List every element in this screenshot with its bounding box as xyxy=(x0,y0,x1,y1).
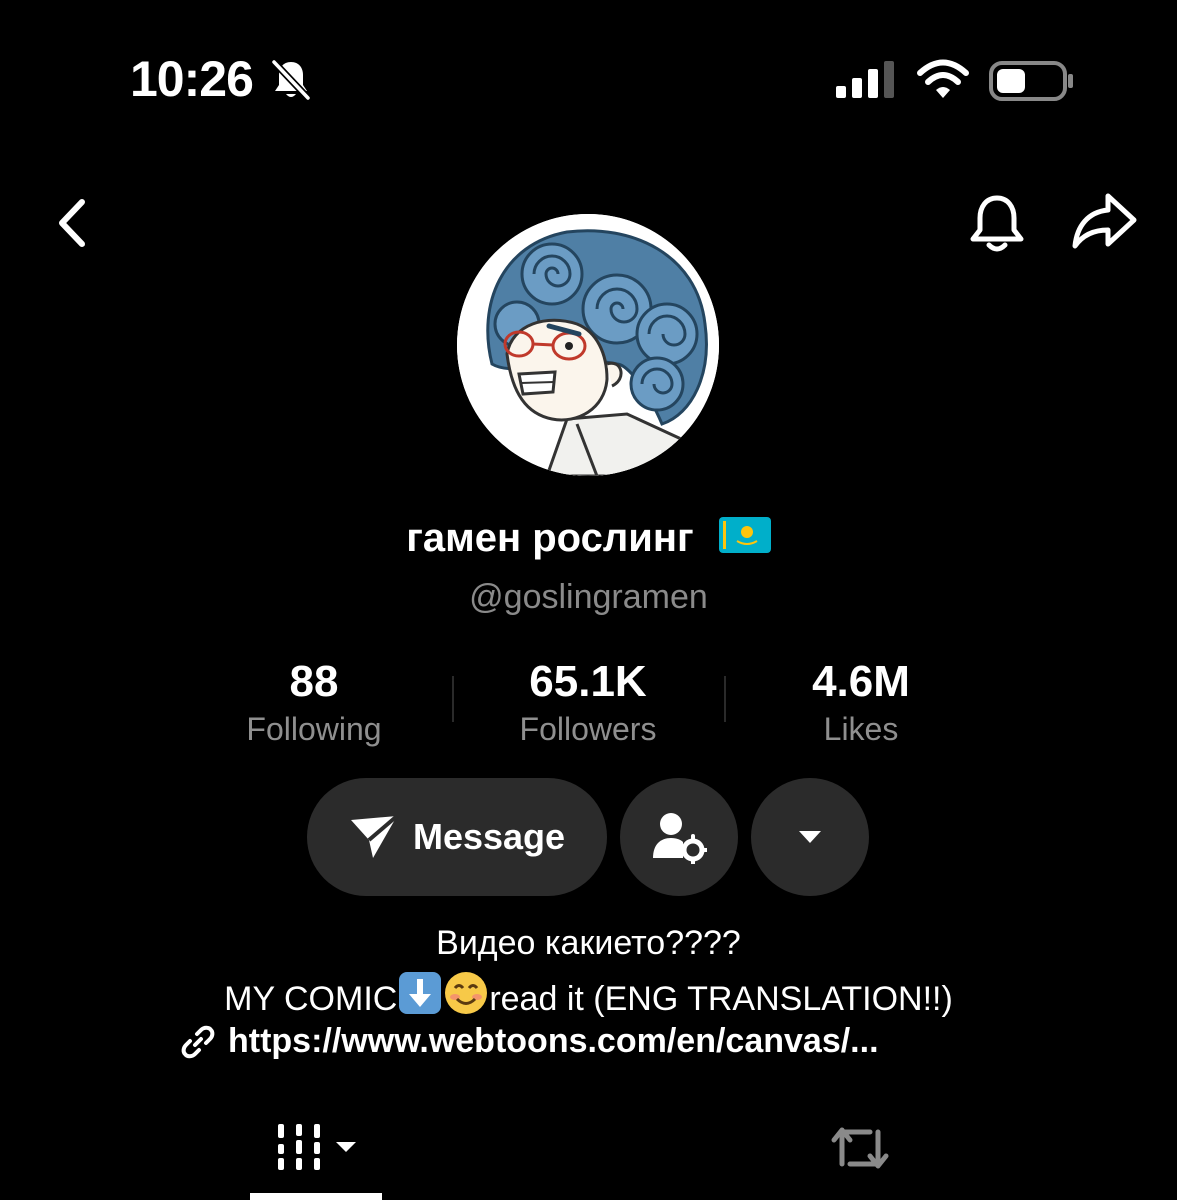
tab-videos[interactable] xyxy=(250,1110,382,1200)
avatar-illustration xyxy=(457,214,719,476)
stat-divider xyxy=(724,676,726,722)
send-icon xyxy=(350,814,399,858)
bio-link[interactable]: https://www.webtoons.com/en/canvas/... xyxy=(180,1022,879,1061)
bio-comic-text: MY COMIC xyxy=(224,980,398,1018)
avatar[interactable] xyxy=(457,214,719,476)
more-options-button[interactable] xyxy=(751,778,869,896)
reposts-icon[interactable] xyxy=(828,1120,892,1176)
cellular-signal-icon xyxy=(836,61,894,98)
username: @goslingramen xyxy=(469,578,708,616)
chevron-down-icon xyxy=(799,831,821,843)
bio-line-2: MY COMIC read it (ENG TRANSLATION!!) xyxy=(0,970,1177,1019)
followers-count: 65.1K xyxy=(529,657,647,706)
share-icon[interactable] xyxy=(1070,190,1140,252)
stat-divider xyxy=(452,676,454,722)
likes-count: 4.6M xyxy=(812,657,910,706)
display-name: гамен рослинг xyxy=(0,516,1177,563)
bio-link-url: https://www.webtoons.com/en/canvas/... xyxy=(228,1022,879,1060)
profile-screen: 10:26 гамен рослинг @goslingramen 88 Fol… xyxy=(0,0,1177,1200)
link-icon xyxy=(181,1025,215,1058)
down-arrow-emoji-icon xyxy=(399,972,442,1014)
stat-followers[interactable]: 65.1K Followers xyxy=(458,656,718,750)
following-label: Following xyxy=(246,711,382,747)
user-settings-icon xyxy=(653,813,707,864)
battery-icon xyxy=(989,61,1073,101)
bell-slash-icon xyxy=(271,59,311,101)
wifi-icon xyxy=(917,59,969,98)
followers-label: Followers xyxy=(519,711,657,747)
smiling-face-emoji-icon xyxy=(445,972,488,1014)
bio-line-1: Видео какието???? xyxy=(436,924,741,962)
likes-label: Likes xyxy=(823,711,899,747)
bio-read-text: read it (ENG TRANSLATION!!) xyxy=(489,980,953,1018)
following-count: 88 xyxy=(289,657,339,706)
message-button[interactable]: Message xyxy=(307,778,607,896)
status-time: 10:26 xyxy=(130,51,254,107)
back-icon[interactable] xyxy=(50,196,94,250)
kazakhstan-flag-icon xyxy=(718,517,771,563)
active-tab-indicator xyxy=(250,1193,382,1200)
videos-grid-icon xyxy=(278,1124,356,1170)
stat-following[interactable]: 88 Following xyxy=(184,656,444,750)
stat-likes[interactable]: 4.6M Likes xyxy=(731,656,991,750)
bell-icon[interactable] xyxy=(966,192,1028,256)
message-label: Message xyxy=(412,816,566,857)
user-settings-button[interactable] xyxy=(620,778,738,896)
display-name-text: гамен рослинг xyxy=(406,516,694,560)
